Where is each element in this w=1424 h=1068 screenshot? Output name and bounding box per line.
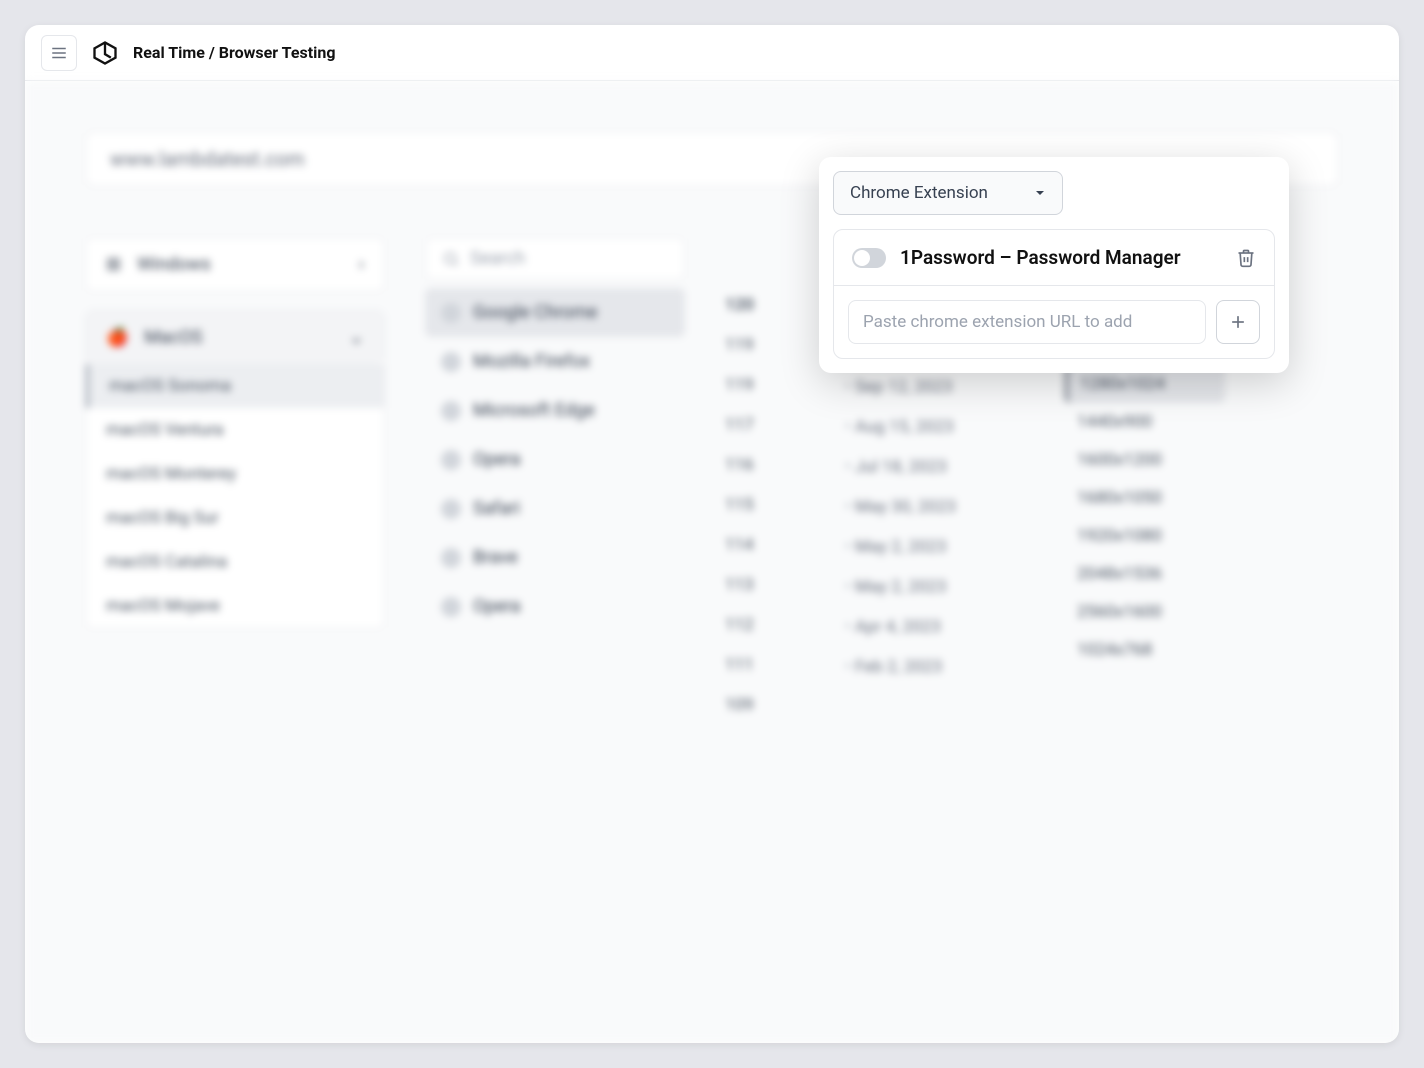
os-version[interactable]: macOS Ventura — [86, 408, 384, 452]
extension-toggle[interactable] — [852, 248, 886, 268]
firefox-icon — [441, 352, 461, 372]
resolution-item[interactable]: 1024x768 — [1065, 631, 1225, 669]
browser-label: Google Chrome — [473, 302, 597, 323]
version-item[interactable]: 119 — [725, 325, 805, 365]
version-item[interactable]: 120 — [725, 285, 805, 325]
safari-icon — [441, 499, 461, 519]
resolution-item[interactable]: 2048x1536 — [1065, 555, 1225, 593]
extension-list: 1Password – Password Manager — [833, 229, 1275, 359]
browser-item[interactable]: Mozilla Firefox — [425, 337, 685, 386]
breadcrumb: Real Time / Browser Testing — [133, 43, 335, 62]
release-date: May 2, 2023 — [845, 567, 1025, 607]
extension-name: 1Password – Password Manager — [900, 246, 1222, 269]
browser-label: Safari — [473, 498, 520, 519]
resolution-item[interactable]: 1600x1200 — [1065, 441, 1225, 479]
release-date: May 2, 2023 — [845, 527, 1025, 567]
resolution-item[interactable]: 1680x1050 — [1065, 479, 1225, 517]
trash-icon[interactable] — [1236, 248, 1256, 268]
release-date: Apr 4, 2023 — [845, 607, 1025, 647]
plus-icon — [1228, 312, 1248, 332]
release-date: May 30, 2023 — [845, 487, 1025, 527]
browser-label: Brave — [473, 547, 518, 568]
search-icon — [442, 250, 460, 268]
os-version[interactable]: macOS Monterey — [86, 452, 384, 496]
release-date: Jul 18, 2023 — [845, 447, 1025, 487]
caret-down-icon — [1034, 187, 1046, 199]
add-extension-button[interactable] — [1216, 300, 1260, 344]
os-windows[interactable]: ⊞ Windows › — [86, 238, 384, 291]
chevron-down-icon: ⌄ — [349, 327, 364, 348]
browser-label: Mozilla Firefox — [473, 351, 590, 372]
browser-label: Microsoft Edge — [473, 400, 595, 421]
version-item[interactable]: 115 — [725, 485, 805, 525]
browser-item[interactable]: Opera — [425, 582, 685, 631]
version-item[interactable]: 112 — [725, 605, 805, 645]
version-item[interactable]: 119 — [725, 365, 805, 405]
os-version[interactable]: macOS Catalina — [86, 540, 384, 584]
menu-button[interactable] — [41, 35, 77, 71]
extension-type-dropdown[interactable]: Chrome Extension — [833, 171, 1063, 215]
release-date: Sep 12, 2023 — [845, 367, 1025, 407]
browser-label: Opera — [473, 596, 521, 617]
app-window: Real Time / Browser Testing www.lambdate… — [25, 25, 1399, 1043]
os-label: Windows — [137, 254, 343, 275]
chevron-right-icon: › — [359, 254, 364, 275]
release-date: Aug 15, 2023 — [845, 407, 1025, 447]
os-version[interactable]: macOS Sonoma — [86, 364, 384, 408]
hamburger-icon — [50, 44, 68, 62]
brave-icon — [441, 548, 461, 568]
edge-icon — [441, 401, 461, 421]
browser-item[interactable]: Safari — [425, 484, 685, 533]
opera-icon — [441, 597, 461, 617]
extension-popover: Chrome Extension 1Password – Password Ma… — [819, 157, 1289, 373]
browser-item[interactable]: Microsoft Edge — [425, 386, 685, 435]
logo-icon — [91, 39, 119, 67]
os-version[interactable]: macOS Mojave — [86, 584, 384, 628]
resolution-item[interactable]: 1440x900 — [1065, 403, 1225, 441]
browser-search[interactable]: Search — [425, 237, 685, 280]
apple-icon: 🍎 — [106, 327, 128, 348]
os-version[interactable]: macOS Big Sur — [86, 496, 384, 540]
version-item[interactable]: 116 — [725, 445, 805, 485]
os-label: MacOS — [144, 327, 332, 348]
resolution-item[interactable]: 1920x1080 — [1065, 517, 1225, 555]
chrome-icon — [441, 303, 461, 323]
search-placeholder: Search — [470, 248, 525, 269]
browser-item[interactable]: Opera — [425, 435, 685, 484]
release-date: Feb 2, 2023 — [845, 647, 1025, 687]
version-item[interactable]: 109 — [725, 685, 805, 725]
version-item[interactable]: 113 — [725, 565, 805, 605]
extension-row: 1Password – Password Manager — [834, 230, 1274, 285]
os-macos[interactable]: 🍎 MacOS ⌄ — [86, 311, 384, 364]
dropdown-label: Chrome Extension — [850, 183, 988, 203]
version-item[interactable]: 114 — [725, 525, 805, 565]
opera-icon — [441, 450, 461, 470]
resolution-item[interactable]: 2560x1600 — [1065, 593, 1225, 631]
extension-add-row — [834, 285, 1274, 358]
browser-item[interactable]: Google Chrome — [425, 288, 685, 337]
topbar: Real Time / Browser Testing — [25, 25, 1399, 81]
windows-icon: ⊞ — [106, 254, 121, 275]
extension-url-input[interactable] — [848, 300, 1206, 344]
version-item[interactable]: 111 — [725, 645, 805, 685]
browser-label: Opera — [473, 449, 521, 470]
version-item[interactable]: 117 — [725, 405, 805, 445]
browser-item[interactable]: Brave — [425, 533, 685, 582]
